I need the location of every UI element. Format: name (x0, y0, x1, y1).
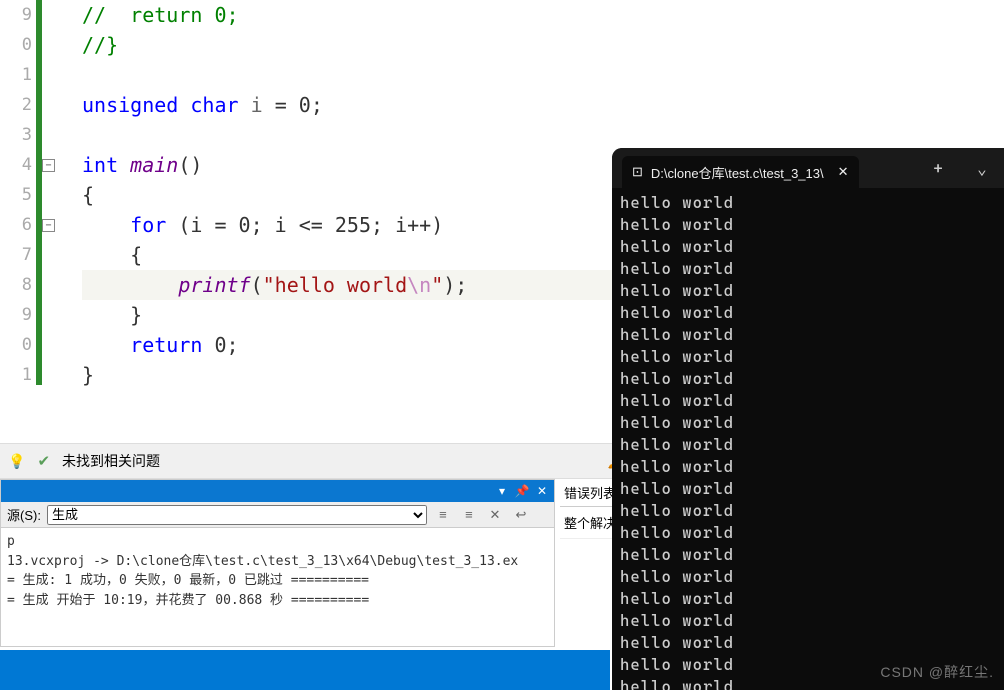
source-label: 源(S): (7, 505, 41, 524)
console-tab[interactable]: ⊡ D:\clone仓库\test.c\test_3_13\ ✕ (622, 156, 859, 188)
close-icon[interactable]: ✕ (534, 484, 550, 498)
terminal-icon: ⊡ (632, 164, 643, 180)
watermark: CSDN @醉红尘. (880, 662, 994, 682)
output-panel: ▾ 📌 ✕ 源(S): 生成 ≡ ≡ ✕ ↩ p13.vcxproj -> D:… (0, 479, 555, 647)
fold-toggle-icon[interactable]: − (42, 219, 55, 232)
output-titlebar: ▾ 📌 ✕ (1, 480, 554, 502)
clear-icon[interactable]: ✕ (485, 505, 505, 525)
output-toolbar: 源(S): 生成 ≡ ≡ ✕ ↩ (1, 502, 554, 528)
status-text: 未找到相关问题 (62, 451, 160, 471)
goto-next-icon[interactable]: ≡ (459, 505, 479, 525)
line-gutter: 9012345678901 (0, 0, 36, 440)
console-window[interactable]: ⊡ D:\clone仓库\test.c\test_3_13\ ✕ + ⌄ hel… (612, 148, 1004, 690)
chevron-down-icon[interactable]: ⌄ (960, 159, 1004, 178)
fold-toggle-icon[interactable]: − (42, 159, 55, 172)
wrap-icon[interactable]: ↩ (511, 505, 531, 525)
bottom-status-bar (0, 650, 610, 690)
lightbulb-icon[interactable]: 💡 (8, 453, 25, 470)
check-icon: ✔ (37, 452, 50, 470)
pin-icon[interactable]: 📌 (514, 484, 530, 498)
fold-column: − − (36, 0, 64, 440)
new-tab-icon[interactable]: + (916, 159, 960, 178)
console-output[interactable]: hello worldhello worldhello worldhello w… (612, 188, 1004, 690)
close-icon[interactable]: ✕ (838, 164, 849, 180)
console-titlebar: ⊡ D:\clone仓库\test.c\test_3_13\ ✕ + ⌄ (612, 148, 1004, 188)
console-title: D:\clone仓库\test.c\test_3_13\ (651, 163, 824, 182)
dropdown-icon[interactable]: ▾ (494, 484, 510, 498)
goto-prev-icon[interactable]: ≡ (433, 505, 453, 525)
source-select[interactable]: 生成 (47, 505, 427, 525)
output-text[interactable]: p13.vcxproj -> D:\clone仓库\test.c\test_3_… (1, 528, 554, 614)
